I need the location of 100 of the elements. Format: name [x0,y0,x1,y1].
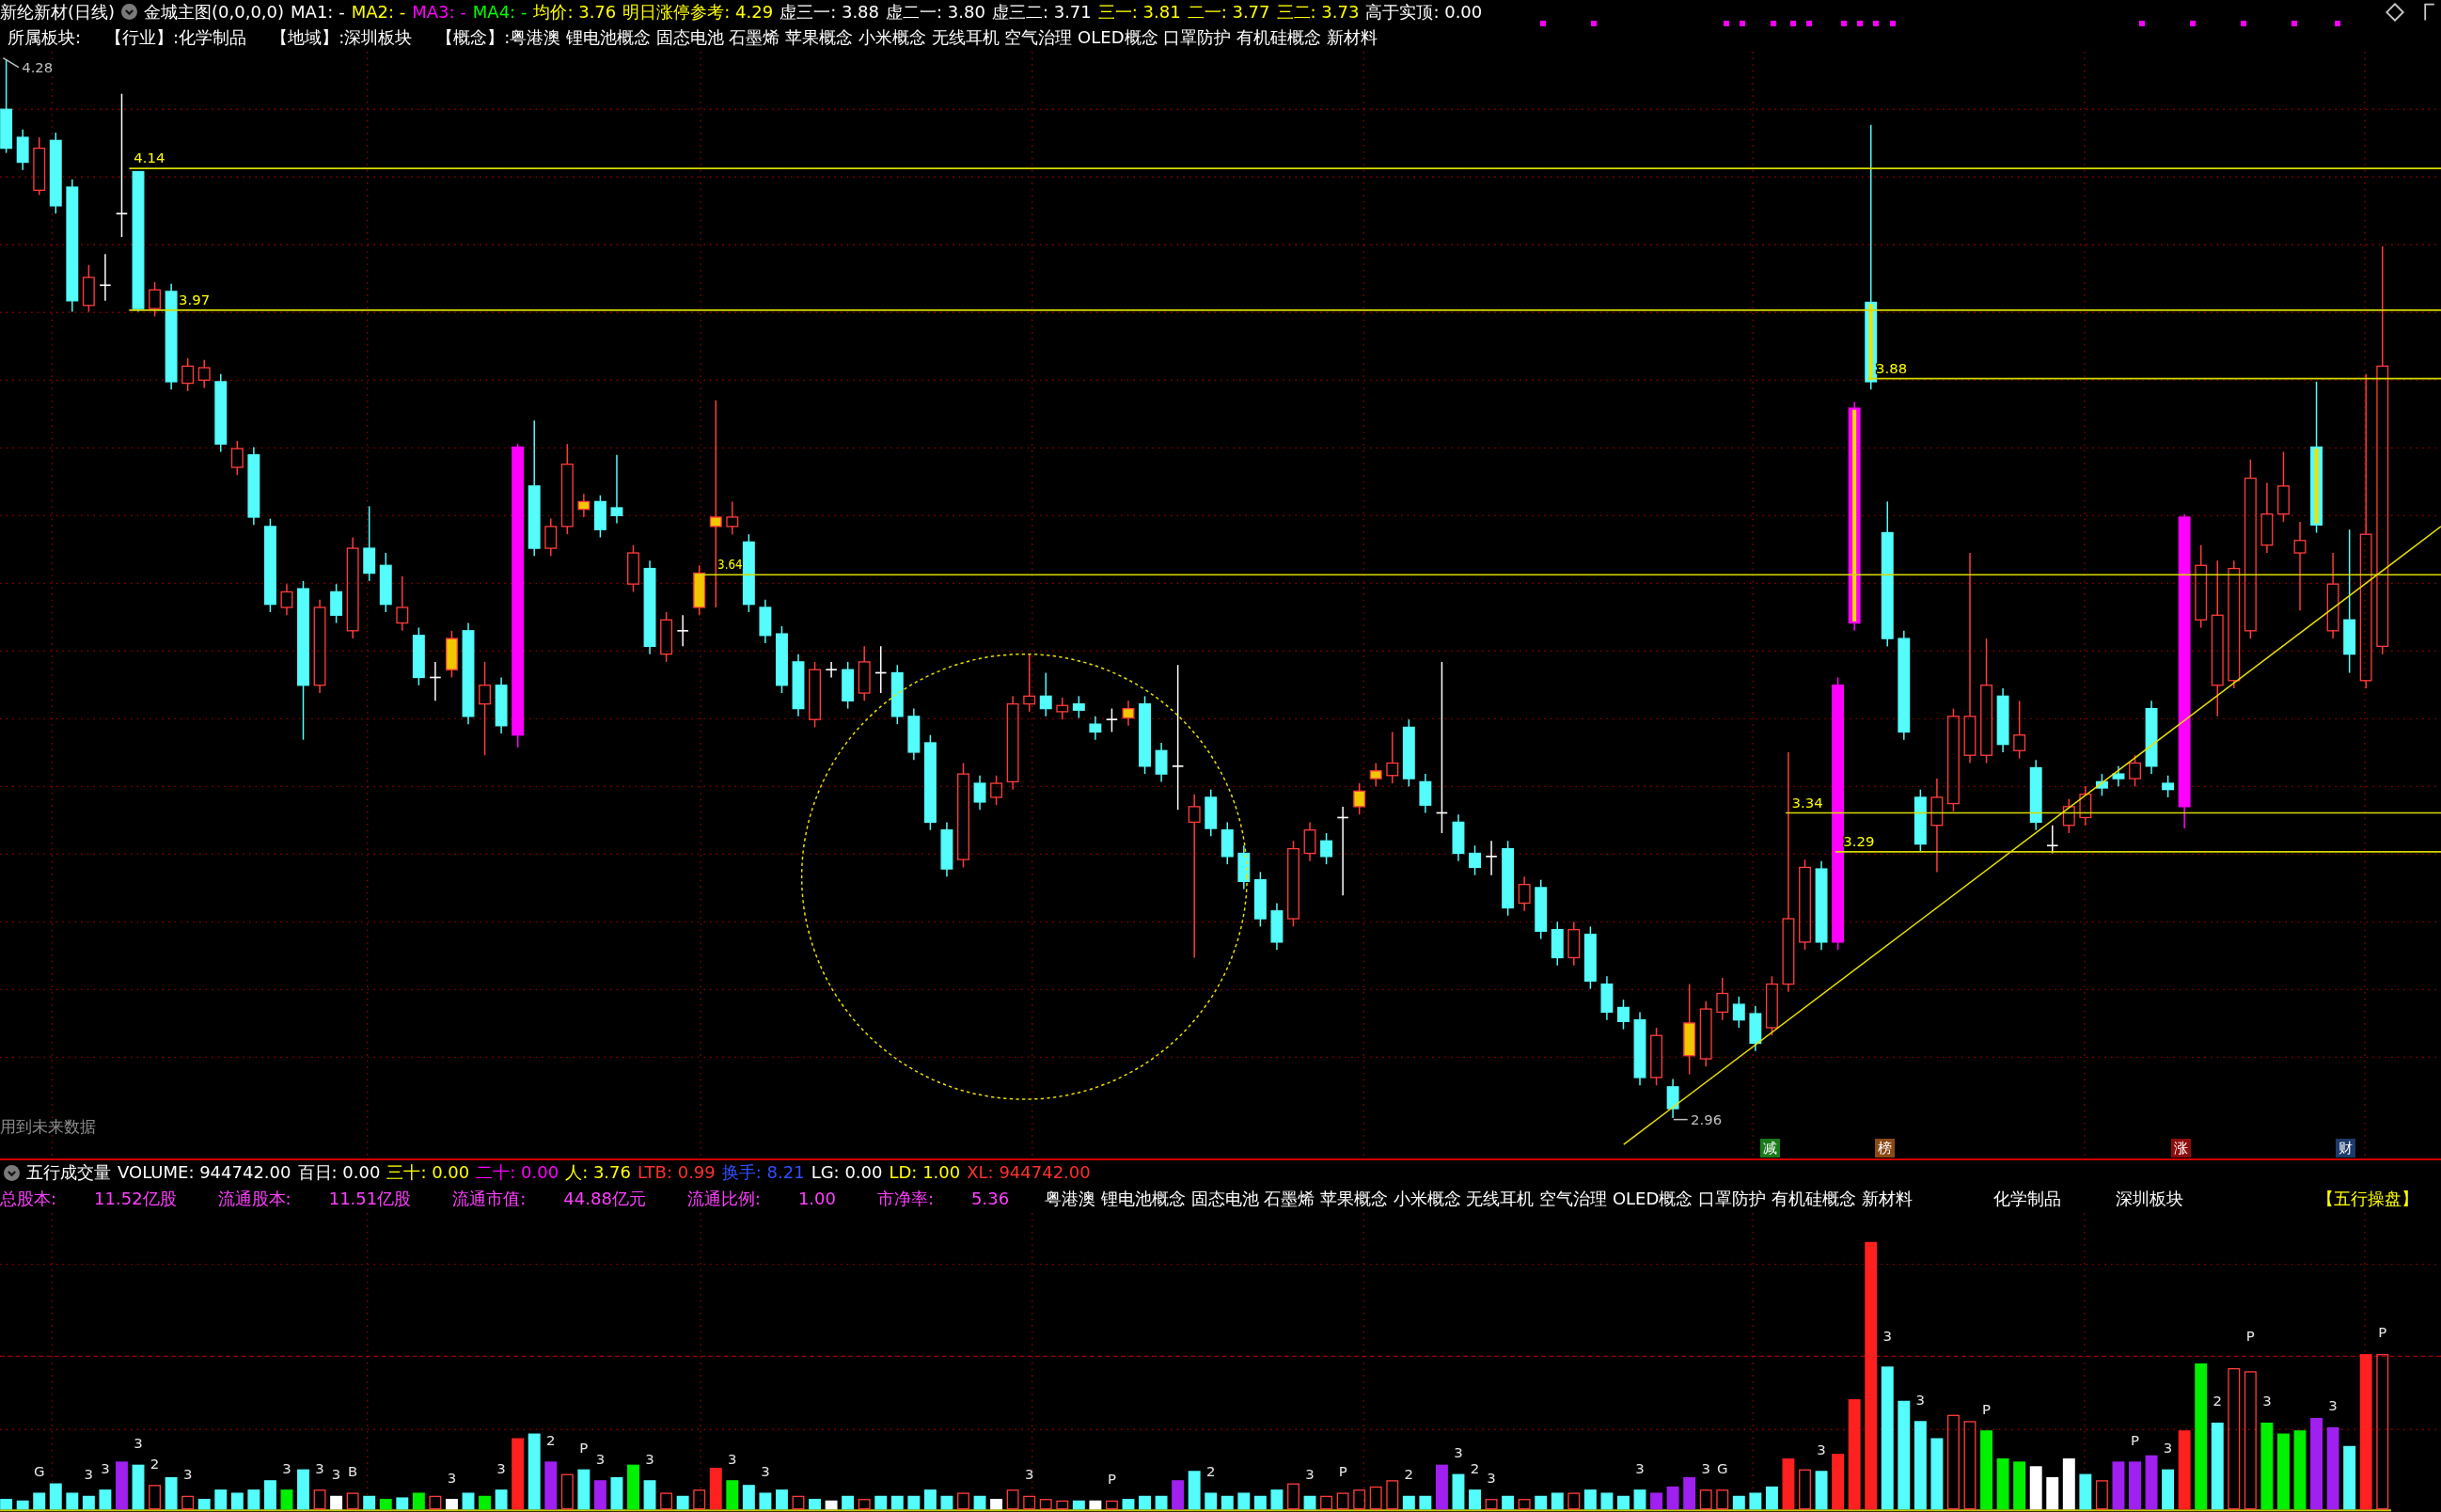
indicator-readout: 二一: 3.77 [1187,1,1270,23]
indicator-readout: LD: 1.00 [889,1162,961,1183]
indicator-readout: 人: 3.76 [565,1162,631,1183]
indicator-readout: 虚二一: 3.80 [886,1,985,23]
bar-mark: P [2245,1327,2255,1345]
stat-label: 流通市值: [452,1189,527,1209]
bar-mark: P [1107,1471,1116,1488]
bar-mark: P [579,1440,589,1457]
signal-tag: 财 [2336,1138,2356,1158]
indicator-readout: LG: 0.00 [811,1162,883,1183]
bar-mark: 3 [447,1469,457,1487]
bar-mark: P [2131,1431,2139,1449]
bar-mark: G [1717,1459,1728,1477]
sector-value: 化学制品 [179,27,247,48]
price-label: 3.34 [1791,794,1823,811]
bar-mark: 3 [761,1462,770,1480]
region-name: 深圳板块 [2115,1189,2183,1209]
bar-mark: G [33,1462,45,1480]
bar-mark: 2 [1470,1459,1480,1477]
indicator-readout: MA3: - [412,1,466,23]
sector-label: 【地域】: [271,27,345,48]
signal-tag: 榜 [1875,1138,1896,1158]
indicator-readout: 三一: 3.81 [1097,1,1181,23]
bar-mark: 3 [1915,1391,1926,1409]
indicator-readout: 明日涨停参考: 4.29 [622,1,774,23]
bar-mark: 3 [2163,1440,2173,1457]
indicator-readout: 均价: 3.76 [533,1,617,23]
indicator-readout: 高于实顶: 0.00 [1365,1,1483,23]
bar-mark: 3 [496,1459,506,1477]
bar-mark: 3 [1024,1466,1034,1484]
indicator-readout: LTB: 0.99 [638,1162,716,1183]
bar-mark: P [1982,1400,1992,1418]
bar-mark: 3 [84,1466,94,1484]
sector-value: 粤港澳 锂电池概念 固态电池 石墨烯 苹果概念 小米概念 无线耳机 空气治理 OLED概念 口罩防护 有机硅概念 新材料 [510,27,1378,48]
indicator-readout: MA4: - [472,1,528,23]
bar-mark: 2 [150,1455,160,1473]
dropdown-icon[interactable] [121,4,138,20]
bar-mark: 3 [2262,1393,2272,1410]
bar-mark: B [348,1462,358,1480]
indicator-readout: XL: 944742.00 [967,1162,1091,1183]
bar-mark: P [2378,1324,2387,1342]
price-label: 3.97 [179,291,211,308]
stat-value: 5.36 [971,1189,1010,1209]
bar-mark: 3 [1701,1459,1710,1477]
stat-value: 1.00 [797,1189,836,1209]
bar-mark: 3 [101,1459,110,1477]
price-label: 3.64 [717,556,749,574]
price-label: 3.88 [1876,359,1908,377]
indicator-readout: 三二: 3.73 [1276,1,1360,23]
dropdown-icon[interactable] [4,1164,20,1181]
bar-mark: 2 [2213,1393,2222,1410]
bar-mark: 3 [315,1459,324,1477]
bar-mark: 3 [1305,1466,1315,1484]
panel-title: 五行成交量 [26,1162,111,1183]
stock-title: 新纶新材(日线) [0,1,116,23]
note-text: 用到未来数据 [0,1116,96,1137]
bar-mark: 3 [1635,1459,1645,1477]
stat-label: 流通比例: [686,1189,761,1209]
brand-title: 【五行操盘】 [2317,1189,2418,1209]
sector-title: 所属板块: [8,27,82,48]
stat-label: 总股本: [0,1189,57,1209]
bar-mark: 2 [1206,1462,1216,1480]
concept-list: 粤港澳 锂电池概念 固态电池 石墨烯 苹果概念 小米概念 无线耳机 空气治理 OLED概念 口罩防护 有机硅概念 新材料 [1045,1189,1913,1209]
stat-label: 市净率: [877,1189,935,1209]
diamond-icon[interactable] [2386,2,2404,22]
indicator-readout: 三十: 0.00 [386,1162,470,1183]
bar-mark: 3 [182,1466,193,1484]
stat-value: 11.52亿股 [94,1189,177,1209]
high-price-label: 4.28 [22,58,54,76]
stat-label: 流通股本: [217,1189,291,1209]
bar-mark: 3 [645,1450,654,1468]
indicator-readout: MA1: - [291,1,345,23]
bar-mark: 3 [282,1459,291,1477]
indicator-readout: VOLUME: 944742.00 [118,1162,291,1183]
indicator-name[interactable]: 金城主图(0,0,0,0) [144,1,285,23]
sector-label: 【概念】: [436,27,511,48]
bar-mark: 3 [728,1450,737,1468]
signal-tag: 减 [1759,1138,1780,1158]
indicator-readout: 二十: 0.00 [476,1162,559,1183]
price-label: 3.29 [1843,833,1875,851]
price-label: 4.14 [134,150,165,167]
sector-value: 深圳板块 [344,27,413,48]
bar-mark: 3 [134,1435,143,1453]
sector-label: 【行业】: [105,27,180,48]
bar-mark: 3 [1882,1327,1892,1345]
corner-icon[interactable] [2424,2,2435,22]
bar-mark: 3 [1487,1469,1496,1487]
stat-value: 11.51亿股 [328,1189,412,1209]
bar-mark: 2 [546,1431,556,1449]
bar-mark: 3 [595,1450,606,1468]
bar-mark: 3 [2328,1397,2338,1415]
bar-mark: 3 [331,1466,341,1484]
bar-mark: P [1338,1462,1347,1480]
stat-value: 44.88亿元 [563,1189,646,1209]
bar-mark: 3 [1817,1441,1826,1458]
industry-name: 化学制品 [1992,1189,2061,1209]
signal-tag: 涨 [2170,1138,2191,1158]
indicator-readout: 百日: 0.00 [297,1162,381,1183]
bar-mark: 2 [1404,1466,1414,1484]
bar-mark: 3 [1454,1444,1463,1462]
